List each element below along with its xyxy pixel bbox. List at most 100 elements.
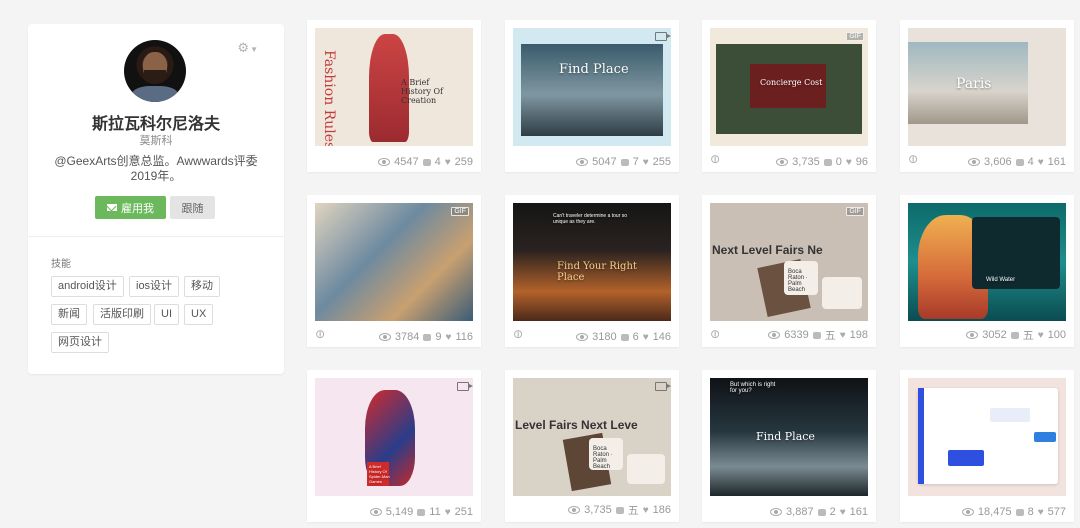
mail-icon (107, 204, 117, 211)
comment-count: 7 (632, 156, 639, 168)
link-icon[interactable]: ⊘ (707, 150, 724, 167)
gif-badge: GIF (846, 207, 864, 216)
view-count: 4547 (394, 156, 419, 168)
project-card[interactable]: Paris ⊘ 3,606 4 ♥ 161 (900, 20, 1074, 172)
skill-tag[interactable]: UX (184, 304, 214, 325)
card-stats: 6339 五 ♥ 198 (768, 327, 868, 343)
project-card[interactable]: GIF ⊘ 3784 9 ♥ 116 (307, 195, 481, 347)
skill-tag[interactable]: ios设计 (129, 276, 180, 297)
project-thumbnail[interactable]: Level Fairs Next Leve Boca Raton · Palm … (513, 378, 671, 496)
project-thumbnail[interactable]: Find Place (513, 28, 671, 146)
view-count: 3,887 (786, 506, 814, 518)
project-card[interactable]: 18,475 8 ♥ 577 (900, 370, 1074, 522)
view-count: 3,735 (584, 504, 612, 516)
heart-icon: ♥ (642, 156, 649, 168)
gear-icon[interactable]: ⚙▼ (237, 40, 258, 56)
comment-count: 4 (1027, 156, 1034, 168)
comment-icon (620, 333, 629, 341)
heart-icon: ♥ (444, 156, 451, 168)
project-card[interactable]: Level Fairs Next Leve Boca Raton · Palm … (505, 370, 679, 522)
profile-bio: @GeexArts创意总监。Awwwards评委2019年。 (54, 154, 258, 183)
project-card[interactable]: Fashion Rules A Brief History Of Creatio… (307, 20, 481, 172)
thumbnail-scene (521, 44, 663, 136)
card-stats: 4547 4 ♥ 259 (378, 156, 473, 168)
project-thumbnail[interactable]: Concierge Cost GIF (710, 28, 868, 146)
thumbnail-title: A Brief History Of Spider-Man Games (369, 464, 390, 484)
skills-title: 技能 (51, 259, 71, 270)
thumbnail-title: Concierge Cost (760, 78, 823, 87)
comment-icon (422, 158, 431, 166)
profile-location: 莫斯科 (139, 135, 173, 147)
comment-icon (823, 158, 832, 166)
card-stats: 3,735 0 ♥ 96 (776, 156, 868, 168)
skill-tag[interactable]: 网页设计 (51, 332, 109, 353)
profile-card: ⚙▼ 斯拉瓦科尔尼洛夫 莫斯科 @GeexArts创意总监。Awwwards评委… (28, 24, 284, 374)
gif-badge: GIF (451, 207, 469, 216)
thumbnail-sidebar (918, 388, 924, 484)
like-count: 161 (849, 506, 868, 518)
like-count: 100 (1047, 329, 1066, 341)
comment-count: 2 (829, 506, 836, 518)
project-thumbnail[interactable]: Paris (908, 28, 1066, 146)
comment-icon (417, 508, 426, 516)
thumbnail-subtitle: Boca Raton · Palm Beach (788, 269, 808, 293)
thumbnail-title: Level Fairs Next Leve (515, 418, 638, 432)
chevron-down-icon: ▼ (250, 45, 258, 54)
heart-icon: ♥ (444, 506, 451, 518)
project-card[interactable]: Find Place 5047 7 ♥ 255 (505, 20, 679, 172)
project-card[interactable]: A Brief History Of Spider-Man Games 5,14… (307, 370, 481, 522)
project-card[interactable]: Can't traveler determine a tour so uniqu… (505, 195, 679, 347)
project-card[interactable]: Next Level Fairs Ne Boca Raton · Palm Be… (702, 195, 876, 347)
skill-tag[interactable]: 新闻 (51, 304, 87, 325)
skill-tag[interactable]: android设计 (51, 276, 124, 297)
eye-icon (768, 331, 781, 339)
project-card[interactable]: Wild Water 3052 五 ♥ 100 (900, 195, 1074, 347)
eye-icon (770, 508, 783, 516)
heart-icon: ♥ (642, 504, 649, 516)
project-card[interactable]: Concierge Cost GIF ⊘ 3,735 0 ♥ 96 (702, 20, 876, 172)
view-count: 18,475 (977, 506, 1012, 518)
skill-tag[interactable]: UI (154, 304, 179, 325)
project-card[interactable]: But which is right for you? Find Place 3… (702, 370, 876, 522)
comment-icon (620, 158, 629, 166)
eye-icon (576, 333, 589, 341)
comment-icon (615, 506, 624, 514)
project-thumbnail[interactable]: Fashion Rules A Brief History Of Creatio… (315, 28, 473, 146)
card-stats: 5047 7 ♥ 255 (576, 156, 671, 168)
project-thumbnail[interactable]: Wild Water (908, 203, 1066, 321)
thumbnail-title: Find Your Right Place (557, 261, 637, 283)
project-thumbnail[interactable] (908, 378, 1066, 496)
follow-button[interactable]: 跟随 (170, 196, 215, 219)
view-count: 3,735 (792, 156, 820, 168)
like-count: 116 (455, 331, 473, 343)
comment-count: 五 (824, 330, 836, 342)
view-count: 3784 (394, 331, 420, 343)
comment-icon (423, 333, 432, 341)
skill-tag[interactable]: 活版印刷 (93, 304, 151, 325)
link-icon[interactable]: ⊘ (905, 150, 922, 167)
link-icon[interactable]: ⊘ (707, 325, 724, 342)
heart-icon: ♥ (1037, 329, 1044, 341)
avatar[interactable] (124, 40, 186, 102)
project-thumbnail[interactable]: A Brief History Of Spider-Man Games (315, 378, 473, 496)
comment-count: 8 (1027, 506, 1034, 518)
project-thumbnail[interactable]: GIF (315, 203, 473, 321)
heart-icon: ♥ (839, 506, 846, 518)
link-icon[interactable]: ⊘ (510, 325, 527, 342)
eye-icon (378, 333, 391, 341)
heart-icon: ♥ (1037, 506, 1044, 518)
comment-count: 五 (627, 505, 639, 517)
comment-count: 9 (435, 331, 442, 343)
link-icon[interactable]: ⊘ (312, 325, 329, 342)
thumbnail-title: Next Level Fairs Ne (712, 243, 823, 257)
like-count: 161 (1047, 156, 1066, 168)
like-count: 259 (454, 156, 473, 168)
hire-me-button[interactable]: 雇用我 (95, 196, 166, 219)
project-thumbnail[interactable]: Can't traveler determine a tour so uniqu… (513, 203, 671, 321)
video-icon (655, 382, 671, 391)
project-thumbnail[interactable]: But which is right for you? Find Place (710, 378, 868, 496)
project-thumbnail[interactable]: Next Level Fairs Ne Boca Raton · Palm Be… (710, 203, 868, 321)
eye-icon (576, 158, 589, 166)
skill-tag[interactable]: 移动 (184, 276, 220, 297)
eye-icon (378, 158, 391, 166)
